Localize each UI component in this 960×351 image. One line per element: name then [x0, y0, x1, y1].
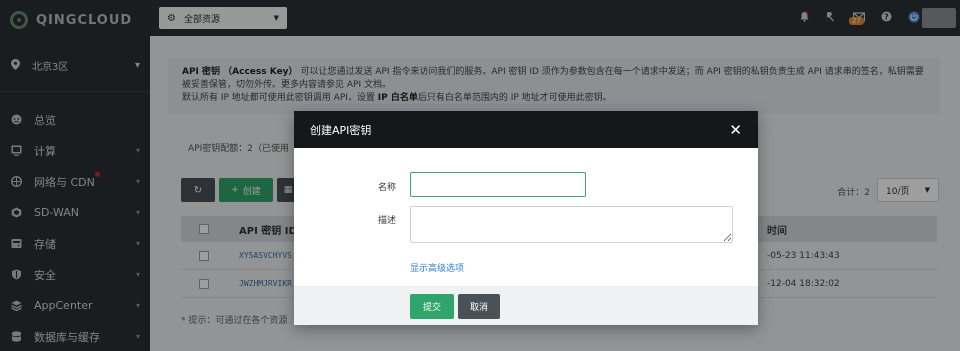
show-advanced-options-link[interactable]: 显示高级选项	[410, 261, 464, 274]
modal-footer: 提交 取消	[294, 286, 758, 325]
cancel-button[interactable]: 取消	[458, 294, 500, 319]
name-field[interactable]	[410, 172, 586, 197]
modal-header: 创建API密钥 ✕	[294, 111, 758, 148]
submit-button[interactable]: 提交	[410, 294, 454, 319]
modal-title: 创建API密钥	[310, 123, 372, 137]
create-api-key-modal: 创建API密钥 ✕ 名称 描述 显示高级选项 提交 取消	[294, 111, 758, 325]
description-label: 描述	[377, 216, 396, 226]
name-label: 名称	[377, 183, 396, 193]
description-field[interactable]	[410, 206, 733, 243]
close-icon[interactable]: ✕	[729, 121, 742, 139]
